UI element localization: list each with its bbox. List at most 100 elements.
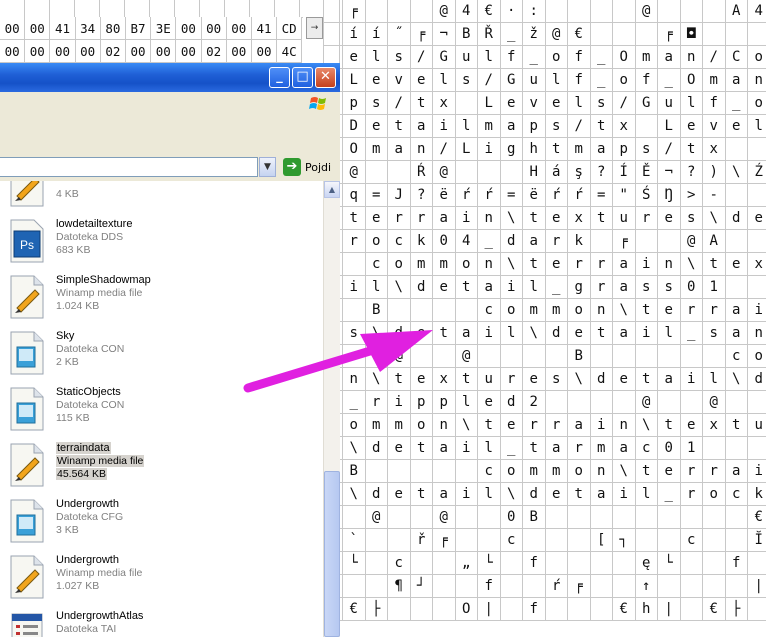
hex-byte[interactable]: 34 <box>75 17 101 40</box>
hex-byte[interactable]: 41 <box>50 17 76 40</box>
char-cell[interactable]: ? <box>590 161 613 184</box>
char-cell[interactable]: / <box>410 46 433 69</box>
char-cell[interactable]: 4 <box>455 0 478 23</box>
char-cell[interactable] <box>658 391 681 414</box>
file-item[interactable]: StaticObjects Datoteka CON 115 KB <box>0 383 320 439</box>
char-cell[interactable]: i <box>635 253 658 276</box>
char-cell[interactable] <box>433 460 456 483</box>
char-cell[interactable]: ╒ <box>613 230 636 253</box>
char-cell[interactable]: e <box>365 115 388 138</box>
char-cell[interactable]: „ <box>455 552 478 575</box>
char-cell[interactable]: a <box>410 115 433 138</box>
char-cell[interactable]: @ <box>343 161 366 184</box>
hex-byte[interactable]: 00 <box>50 40 76 63</box>
char-cell[interactable] <box>680 345 703 368</box>
char-cell[interactable] <box>590 552 613 575</box>
char-cell[interactable] <box>478 506 501 529</box>
char-cell[interactable]: e <box>478 391 501 414</box>
char-cell[interactable] <box>410 506 433 529</box>
char-cell[interactable]: p <box>410 391 433 414</box>
char-cell[interactable]: n <box>478 253 501 276</box>
char-cell[interactable]: n <box>680 46 703 69</box>
char-cell[interactable]: ŕ <box>478 184 501 207</box>
char-cell[interactable]: d <box>523 483 546 506</box>
char-cell[interactable]: └ <box>478 552 501 575</box>
char-cell[interactable] <box>365 161 388 184</box>
char-cell[interactable]: l <box>748 115 766 138</box>
char-cell[interactable]: t <box>635 299 658 322</box>
char-cell[interactable]: Ź <box>748 161 766 184</box>
hex-byte[interactable]: 00 <box>25 17 51 40</box>
char-cell[interactable]: @ <box>433 161 456 184</box>
char-cell[interactable]: d <box>388 322 411 345</box>
char-cell[interactable]: a <box>433 207 456 230</box>
char-cell[interactable]: r <box>680 299 703 322</box>
char-cell[interactable]: e <box>545 253 568 276</box>
char-cell[interactable]: s <box>590 92 613 115</box>
char-cell[interactable] <box>680 575 703 598</box>
char-cell[interactable]: t <box>680 138 703 161</box>
char-cell[interactable]: o <box>500 299 523 322</box>
char-cell[interactable] <box>343 253 366 276</box>
char-cell[interactable]: a <box>590 483 613 506</box>
char-cell[interactable]: ╒ <box>433 529 456 552</box>
char-cell[interactable]: \ <box>523 322 546 345</box>
char-cell[interactable] <box>365 460 388 483</box>
char-cell[interactable]: / <box>568 115 591 138</box>
maximize-button[interactable]: □ <box>292 67 313 88</box>
char-cell[interactable] <box>388 0 411 23</box>
char-cell[interactable]: e <box>658 460 681 483</box>
char-cell[interactable] <box>725 276 748 299</box>
char-cell[interactable]: n <box>343 368 366 391</box>
char-cell[interactable]: ╒ <box>410 23 433 46</box>
char-cell[interactable]: t <box>410 437 433 460</box>
char-cell[interactable]: o <box>545 46 568 69</box>
char-cell[interactable]: O <box>613 46 636 69</box>
char-cell[interactable]: 0 <box>658 437 681 460</box>
char-cell[interactable]: " <box>613 184 636 207</box>
char-cell[interactable] <box>388 598 411 621</box>
char-cell[interactable]: r <box>523 414 546 437</box>
char-cell[interactable]: l <box>365 276 388 299</box>
char-cell[interactable] <box>433 575 456 598</box>
char-cell[interactable]: e <box>725 253 748 276</box>
char-cell[interactable]: ˝ <box>388 23 411 46</box>
char-cell[interactable]: e <box>568 322 591 345</box>
char-cell[interactable]: i <box>590 414 613 437</box>
char-cell[interactable]: Ŕ <box>410 161 433 184</box>
char-cell[interactable] <box>410 598 433 621</box>
char-cell[interactable]: n <box>478 207 501 230</box>
char-cell[interactable] <box>455 92 478 115</box>
char-cell[interactable]: _ <box>545 276 568 299</box>
char-cell[interactable] <box>388 299 411 322</box>
char-cell[interactable] <box>748 391 766 414</box>
char-cell[interactable]: n <box>748 69 766 92</box>
char-cell[interactable] <box>343 506 366 529</box>
char-cell[interactable]: d <box>410 276 433 299</box>
char-cell[interactable]: c <box>680 529 703 552</box>
char-cell[interactable]: i <box>343 276 366 299</box>
char-cell[interactable] <box>703 529 726 552</box>
char-cell[interactable]: / <box>433 138 456 161</box>
char-cell[interactable]: t <box>523 437 546 460</box>
char-cell[interactable]: e <box>388 437 411 460</box>
char-cell[interactable] <box>748 184 766 207</box>
char-cell[interactable] <box>545 0 568 23</box>
char-cell[interactable]: m <box>545 460 568 483</box>
char-cell[interactable]: a <box>613 276 636 299</box>
char-cell[interactable] <box>410 345 433 368</box>
char-cell[interactable]: f <box>703 92 726 115</box>
char-cell[interactable]: l <box>568 92 591 115</box>
char-cell[interactable] <box>725 230 748 253</box>
char-cell[interactable]: Ś <box>635 184 658 207</box>
char-cell[interactable]: p <box>343 92 366 115</box>
char-cell[interactable]: e <box>500 414 523 437</box>
char-cell[interactable]: t <box>455 276 478 299</box>
char-cell[interactable]: l <box>455 115 478 138</box>
char-cell[interactable]: \ <box>455 414 478 437</box>
char-cell[interactable] <box>568 598 591 621</box>
char-cell[interactable] <box>433 345 456 368</box>
char-cell[interactable]: t <box>523 207 546 230</box>
char-cell[interactable]: f <box>725 552 748 575</box>
char-cell[interactable]: = <box>365 184 388 207</box>
